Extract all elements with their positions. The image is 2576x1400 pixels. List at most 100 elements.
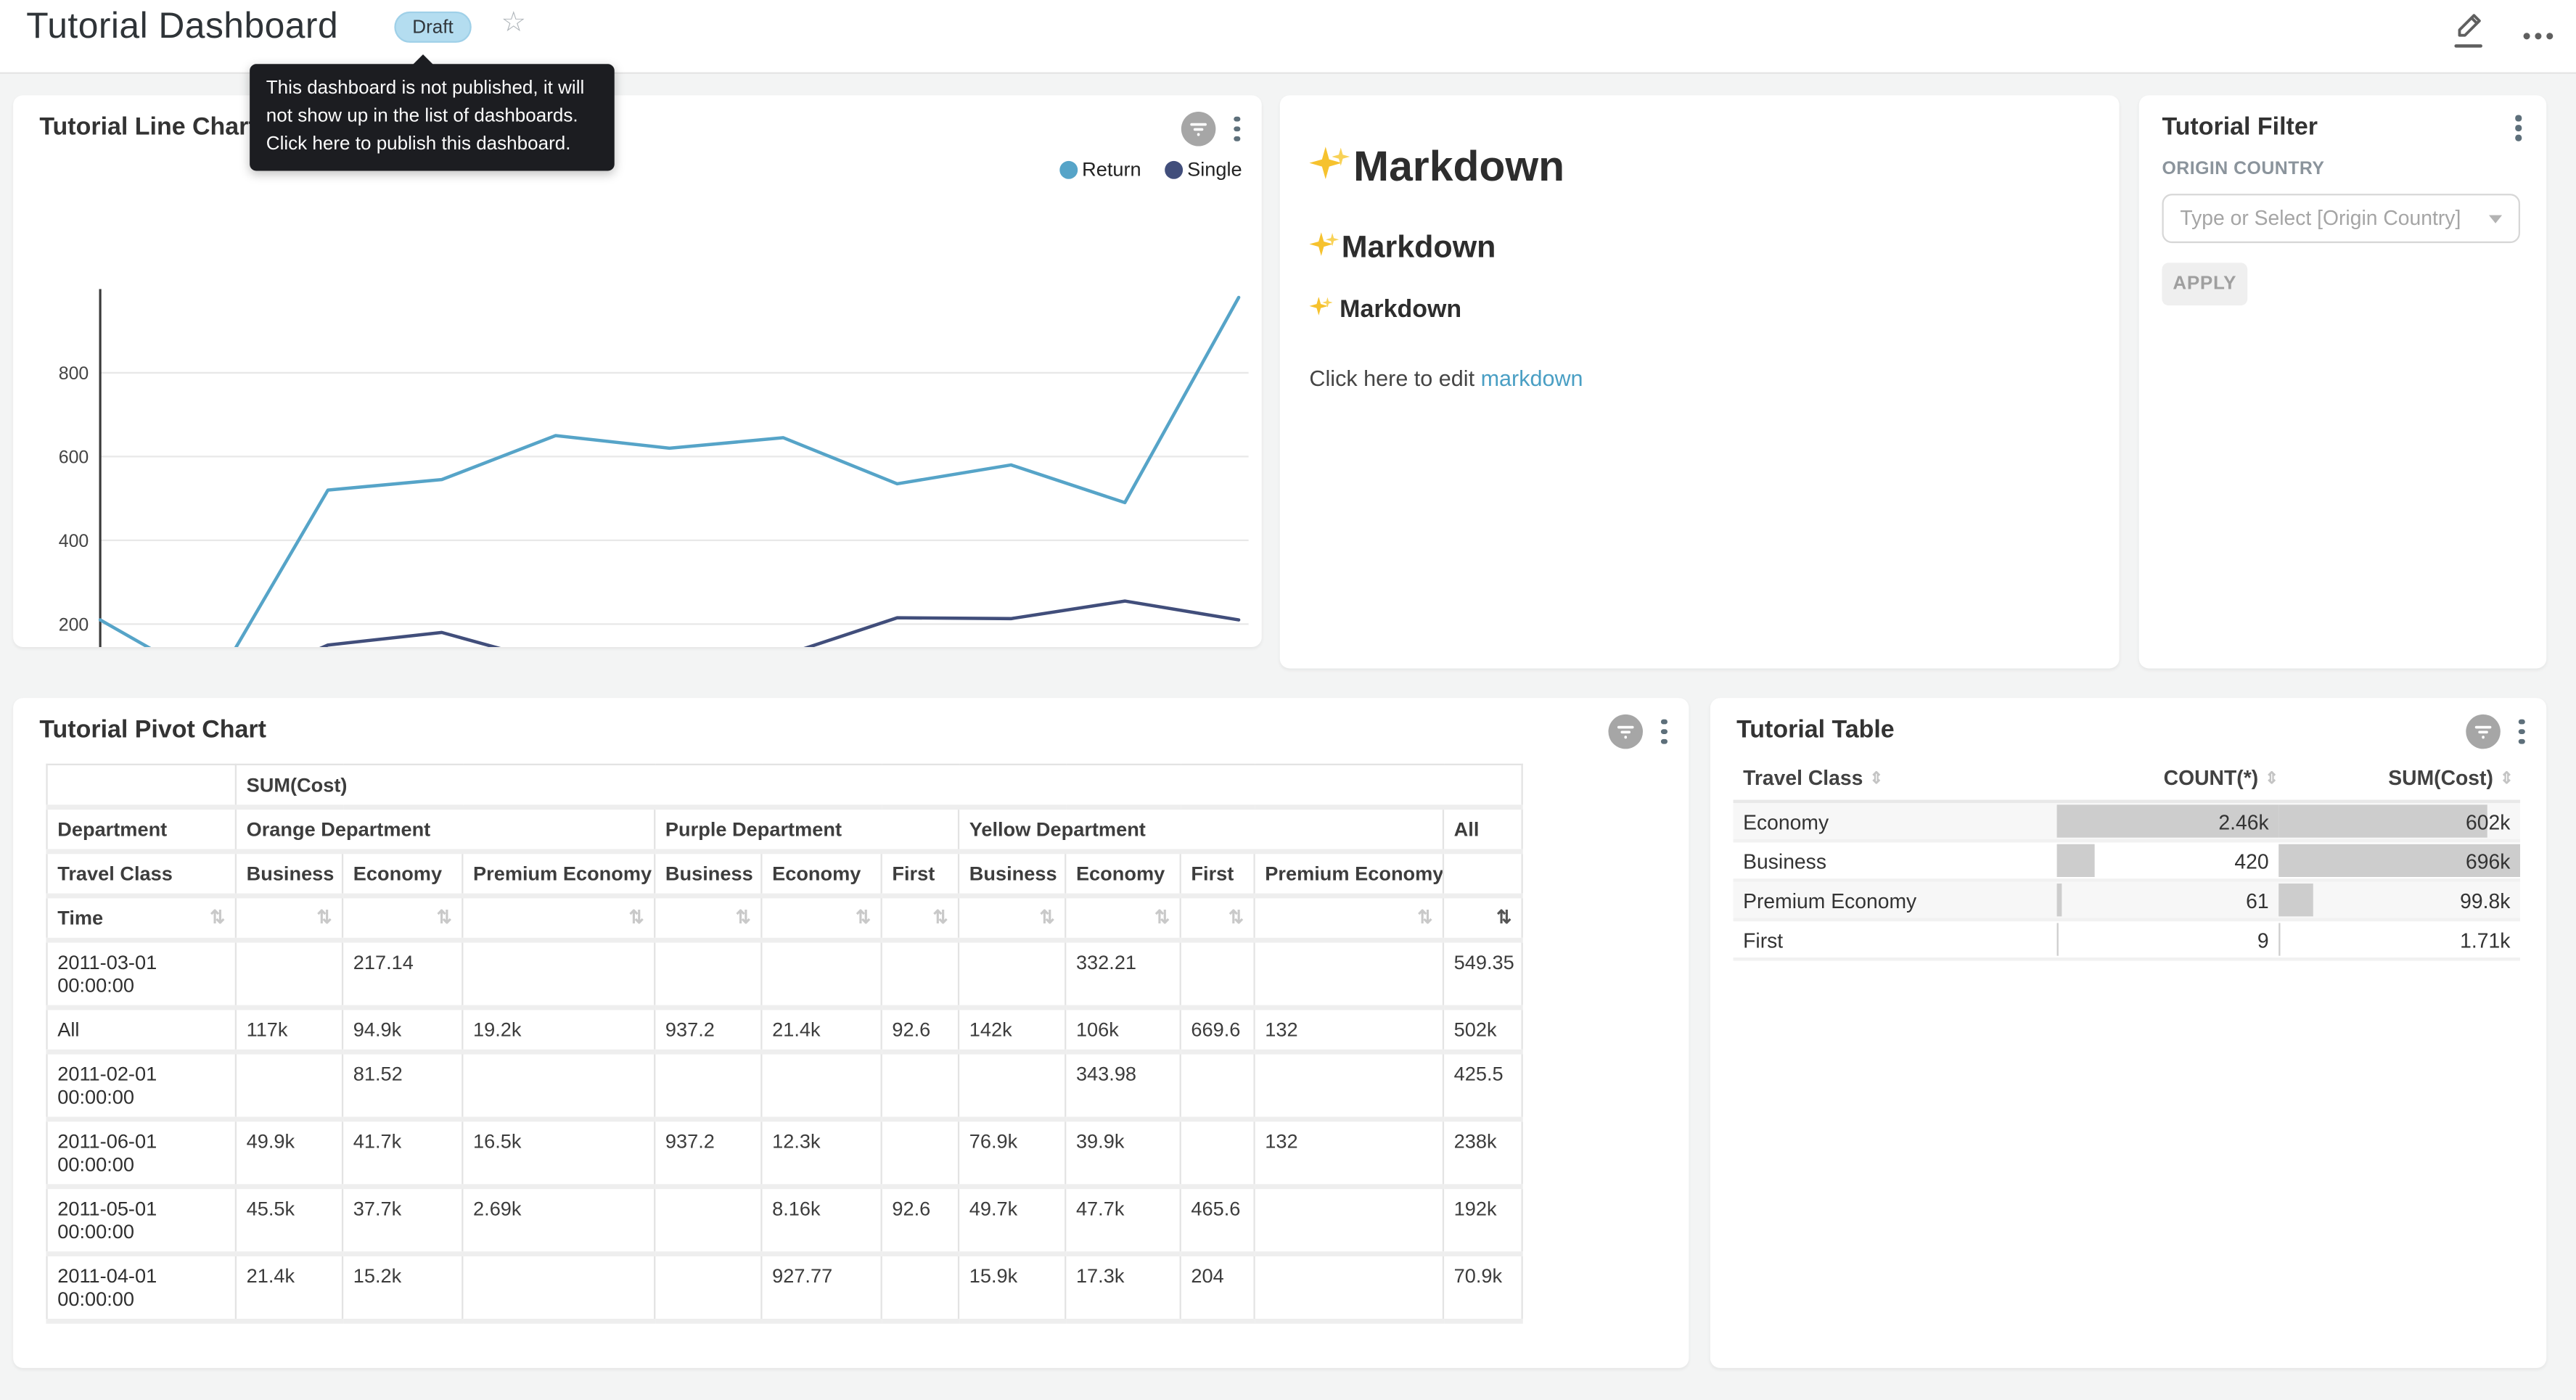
sort-icon[interactable]: ⇅ — [856, 907, 871, 928]
pivot-header-cell: Premium Economy — [1255, 852, 1443, 896]
pivot-cell: 465.6 — [1181, 1187, 1255, 1254]
pivot-cell — [1255, 1254, 1443, 1322]
pivot-cell: 937.2 — [655, 1119, 761, 1187]
column-header-sum-cost[interactable]: SUM(Cost)⇕ — [2278, 767, 2520, 790]
markdown-h1: Markdown — [1309, 141, 2089, 192]
select-placeholder: Type or Select [Origin Country] — [2180, 207, 2461, 230]
edit-markdown-link[interactable]: markdown — [1481, 366, 1583, 390]
pivot-cell: 92.6 — [882, 1187, 959, 1254]
legend-item-single[interactable]: Single — [1164, 157, 1242, 181]
pivot-row-label: 2011-05-01 00:00:00 — [47, 1187, 236, 1254]
sum-cell: 696k — [2278, 842, 2520, 878]
pivot-cell — [1181, 1052, 1255, 1119]
sort-icon[interactable]: ⇅ — [1154, 907, 1170, 928]
pivot-header-cell: Economy — [1065, 852, 1180, 896]
sort-icon[interactable]: ⇅ — [629, 907, 644, 928]
line-chart-title: Tutorial Line Chart — [39, 113, 256, 141]
pivot-cell: 669.6 — [1181, 1008, 1255, 1052]
cross-filter-icon[interactable] — [2466, 715, 2501, 749]
sort-icon[interactable]: ⇅ — [1040, 907, 1055, 928]
filter-menu-button[interactable] — [2513, 112, 2525, 144]
sort-icon[interactable]: ⇅ — [437, 907, 452, 928]
sort-desc-active-icon[interactable]: ⇅ — [1496, 907, 1511, 928]
pivot-cell: 502k — [1443, 1008, 1522, 1052]
pivot-cell: 238k — [1443, 1119, 1522, 1187]
sort-icon[interactable]: ⇅ — [210, 907, 225, 928]
pivot-cell: 117k — [236, 1008, 342, 1052]
sort-icon[interactable]: ⇅ — [932, 907, 948, 928]
edit-dashboard-button[interactable] — [2451, 12, 2487, 48]
series-return — [100, 297, 1239, 647]
pivot-row: 2011-04-01 00:00:0021.4k15.2k927.7715.9k… — [47, 1254, 1522, 1322]
dashboard-menu-button[interactable] — [2524, 20, 2554, 39]
draft-status-badge[interactable]: Draft — [394, 12, 471, 43]
sort-icon[interactable]: ⇅ — [736, 907, 751, 928]
legend-dot — [1164, 160, 1182, 178]
pivot-cell — [236, 940, 342, 1008]
sort-icon[interactable]: ⇅ — [1228, 907, 1244, 928]
pivot-cell — [882, 1254, 959, 1322]
pivot-cell — [1255, 1052, 1443, 1119]
apply-button[interactable]: APPLY — [2162, 263, 2247, 305]
markdown-panel: Markdown Markdown Markdown Click here to… — [1280, 95, 2120, 668]
sort-caret-icon: ⇕ — [2500, 770, 2514, 788]
count-cell: 2.46k — [2057, 803, 2279, 839]
pivot-header-cell: First — [882, 852, 959, 896]
sort-icon[interactable]: ⇅ — [1417, 907, 1432, 928]
pivot-cell — [959, 1052, 1065, 1119]
pivot-sort-cell: ⇅ — [1181, 896, 1255, 940]
pivot-cell: 132 — [1255, 1119, 1443, 1187]
pivot-cell — [462, 1052, 655, 1119]
pivot-cell: 21.4k — [761, 1008, 881, 1052]
filter-panel: Tutorial Filter ORIGIN COUNTRY Type or S… — [2139, 95, 2546, 668]
column-header-travel-class[interactable]: Travel Class⇕ — [1734, 767, 2057, 790]
pivot-cell: 39.9k — [1065, 1119, 1180, 1187]
pivot-cell — [236, 1052, 342, 1119]
pivot-sort-cell: ⇅ — [655, 896, 761, 940]
legend-item-return[interactable]: Return — [1059, 157, 1141, 181]
pivot-cell: 927.77 — [761, 1254, 881, 1322]
pivot-row: 2011-06-01 00:00:0049.9k41.7k16.5k937.21… — [47, 1119, 1522, 1187]
pivot-sort-cell: Time⇅ — [47, 896, 236, 940]
sort-caret-icon: ⇕ — [1869, 770, 1883, 788]
pivot-cell — [882, 1119, 959, 1187]
pivot-header-cell: First — [1181, 852, 1255, 896]
pivot-cell: 204 — [1181, 1254, 1255, 1322]
favorite-star-icon[interactable]: ☆ — [501, 7, 527, 39]
pivot-row: All117k94.9k19.2k937.221.4k92.6142k106k6… — [47, 1008, 1522, 1052]
chart-menu-button[interactable] — [1231, 112, 1244, 145]
pivot-cell: 106k — [1065, 1008, 1180, 1052]
chart-menu-button[interactable] — [1658, 715, 1670, 748]
pivot-cell — [761, 940, 881, 1008]
pivot-header-cell: Department — [47, 807, 236, 852]
cross-filter-icon[interactable] — [1182, 112, 1217, 147]
table-row: Economy2.46k602k — [1734, 803, 2520, 842]
sparkles-icon — [1309, 230, 1339, 260]
table-row: First91.71k — [1734, 921, 2520, 960]
pivot-sort-cell: ⇅ — [959, 896, 1065, 940]
pivot-cell: 21.4k — [236, 1254, 342, 1322]
legend-label: Single — [1187, 157, 1242, 181]
dashboard-page: Tutorial Dashboard Draft ☆ This dashboar… — [0, 0, 2576, 1400]
pivot-table: SUM(Cost)DepartmentOrange DepartmentPurp… — [46, 764, 1521, 1324]
pivot-row-label: 2011-02-01 00:00:00 — [47, 1052, 236, 1119]
column-header-count[interactable]: COUNT(*)⇕ — [2057, 767, 2279, 790]
pivot-cell: 94.9k — [342, 1008, 462, 1052]
cross-filter-icon[interactable] — [1609, 715, 1644, 749]
pivot-sort-cell: ⇅ — [882, 896, 959, 940]
pivot-cell: 16.5k — [462, 1119, 655, 1187]
pivot-cell — [462, 940, 655, 1008]
origin-country-select[interactable]: Type or Select [Origin Country] — [2162, 194, 2520, 243]
pivot-cell: 549.35 — [1443, 940, 1522, 1008]
sort-icon[interactable]: ⇅ — [316, 907, 332, 928]
draft-tooltip: This dashboard is not published, it will… — [250, 64, 615, 170]
count-cell: 61 — [2057, 882, 2279, 918]
chart-menu-button[interactable] — [2516, 715, 2528, 748]
pivot-row: 2011-03-01 00:00:00217.14332.21549.35 — [47, 940, 1522, 1008]
pivot-cell — [655, 940, 761, 1008]
pivot-cell: 217.14 — [342, 940, 462, 1008]
pivot-header-cell: All — [1443, 807, 1522, 852]
pivot-header-cell: Economy — [342, 852, 462, 896]
pivot-header-cell: SUM(Cost) — [236, 765, 1522, 807]
line-chart[interactable]: 200400600800FebruaryMarchAprilMayJuneJul… — [13, 266, 1262, 647]
